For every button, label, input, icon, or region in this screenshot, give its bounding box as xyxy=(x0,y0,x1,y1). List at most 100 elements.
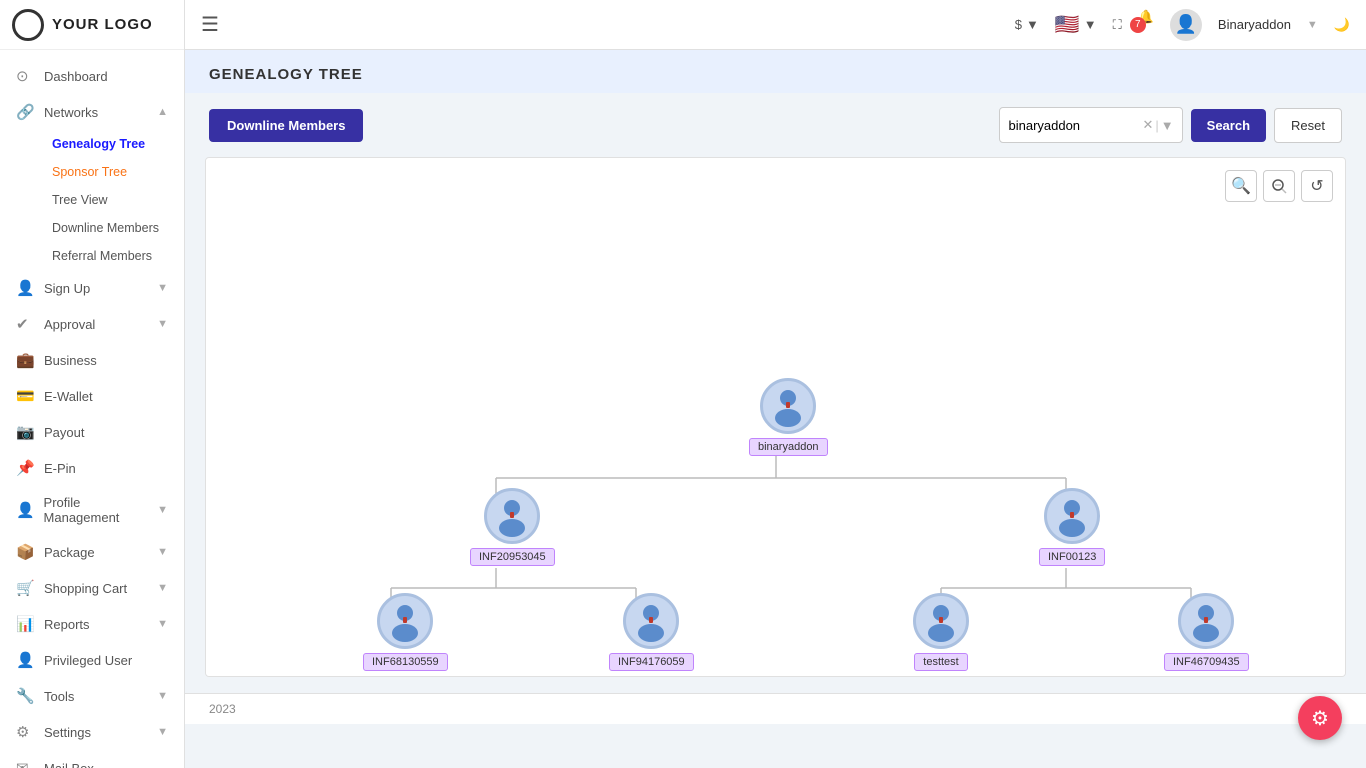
mailbox-icon: ✉ xyxy=(16,759,36,768)
sidebar-item-privileged[interactable]: 👤 Privileged User xyxy=(0,642,184,678)
zoom-out-button[interactable] xyxy=(1263,170,1295,202)
dashboard-icon: ⊙ xyxy=(16,67,36,85)
label-INF46709435: INF46709435 xyxy=(1164,653,1249,671)
dark-mode-button[interactable]: 🌙 xyxy=(1334,17,1350,33)
sidebar-item-reports[interactable]: 📊 Reports ▼ xyxy=(0,606,184,642)
sidebar-item-dashboard[interactable]: ⊙ Dashboard xyxy=(0,58,184,94)
node-binaryaddon[interactable]: binaryaddon xyxy=(749,378,828,456)
topbar-left: ☰ xyxy=(201,12,219,37)
sidebar-item-shopping[interactable]: 🛒 Shopping Cart ▼ xyxy=(0,570,184,606)
node-INF20953045[interactable]: INF20953045 xyxy=(470,488,555,566)
user-name[interactable]: Binaryaddon xyxy=(1218,17,1291,32)
label-testtest: testtest xyxy=(914,653,967,671)
avatar-INF20953045 xyxy=(484,488,540,544)
avatar-INF94176059 xyxy=(623,593,679,649)
logo-area: YOUR LOGO xyxy=(0,0,184,50)
label-INF20953045: INF20953045 xyxy=(470,548,555,566)
sidebar-menu: ⊙ Dashboard 🔗 Networks ▲ Genealogy Tree … xyxy=(0,50,184,768)
sidebar-label-networks: Networks xyxy=(44,105,98,120)
sidebar-item-profile[interactable]: 👤 Profile Management ▼ xyxy=(0,486,184,534)
sidebar-item-signup[interactable]: 👤 Sign Up ▼ xyxy=(0,270,184,306)
sidebar-label-ewallet: E-Wallet xyxy=(44,389,93,404)
node-INF00123[interactable]: INF00123 xyxy=(1039,488,1105,566)
chevron-down-icon-5: ▼ xyxy=(157,582,168,594)
sidebar-item-business[interactable]: 💼 Business xyxy=(0,342,184,378)
settings-icon: ⚙ xyxy=(16,723,36,741)
search-input[interactable] xyxy=(1008,118,1138,133)
submenu-sponsor[interactable]: Sponsor Tree xyxy=(44,158,184,186)
search-area: ✕ | ▼ Search Reset xyxy=(999,107,1342,143)
sidebar-label-dashboard: Dashboard xyxy=(44,69,108,84)
node-INF46709435[interactable]: INF46709435 xyxy=(1164,593,1249,671)
sidebar-label-mailbox: Mail Box xyxy=(44,761,94,768)
sidebar-label-settings: Settings xyxy=(44,725,91,740)
footer: 2023 xyxy=(185,693,1366,724)
sidebar-label-approval: Approval xyxy=(44,317,95,332)
signup-icon: 👤 xyxy=(16,279,36,297)
sidebar-item-mailbox[interactable]: ✉ Mail Box xyxy=(0,750,184,768)
chevron-down-currency: ▼ xyxy=(1026,17,1039,32)
sidebar-item-payout[interactable]: 📷 Payout xyxy=(0,414,184,450)
sidebar-item-networks[interactable]: 🔗 Networks ▲ xyxy=(0,94,184,130)
label-INF68130559: INF68130559 xyxy=(363,653,448,671)
sidebar-label-payout: Payout xyxy=(44,425,84,440)
sidebar-label-tools: Tools xyxy=(44,689,74,704)
zoom-in-button[interactable]: 🔍 xyxy=(1225,170,1257,202)
sidebar-label-package: Package xyxy=(44,545,95,560)
sidebar-item-settings[interactable]: ⚙ Settings ▼ xyxy=(0,714,184,750)
fullscreen-button[interactable]: ⛶ xyxy=(1113,17,1122,33)
sidebar-item-epin[interactable]: 📌 E-Pin xyxy=(0,450,184,486)
currency-label: $ xyxy=(1015,17,1022,32)
sidebar-label-signup: Sign Up xyxy=(44,281,90,296)
sidebar-label-privileged: Privileged User xyxy=(44,653,132,668)
clear-search-icon[interactable]: ✕ xyxy=(1142,117,1153,133)
tree-area: 🔍 ↺ xyxy=(205,157,1346,677)
sidebar-item-ewallet[interactable]: 💳 E-Wallet xyxy=(0,378,184,414)
notification-wrap: 🔔 7 xyxy=(1138,9,1154,41)
chevron-down-icon-3: ▼ xyxy=(157,504,168,516)
label-INF00123: INF00123 xyxy=(1039,548,1105,566)
submenu-referral[interactable]: Referral Members xyxy=(44,242,184,270)
node-INF68130559[interactable]: INF68130559 xyxy=(363,593,448,671)
node-testtest[interactable]: testtest xyxy=(913,593,969,671)
search-button[interactable]: Search xyxy=(1191,109,1266,142)
fab-gear-button[interactable]: ⚙ xyxy=(1298,696,1342,740)
downline-members-button[interactable]: Downline Members xyxy=(209,109,363,142)
page-content: GENEALOGY TREE Downline Members ✕ | ▼ Se… xyxy=(185,50,1366,768)
sidebar-label-epin: E-Pin xyxy=(44,461,76,476)
business-icon: 💼 xyxy=(16,351,36,369)
label-INF94176059: INF94176059 xyxy=(609,653,694,671)
toolbar: Downline Members ✕ | ▼ Search Reset xyxy=(185,93,1366,157)
moon-icon: 🌙 xyxy=(1334,17,1350,33)
sidebar-item-approval[interactable]: ✔ Approval ▼ xyxy=(0,306,184,342)
page-header: GENEALOGY TREE xyxy=(185,50,1366,93)
label-binaryaddon: binaryaddon xyxy=(749,438,828,456)
chevron-down-icon-4: ▼ xyxy=(157,546,168,558)
node-INF94176059[interactable]: INF94176059 xyxy=(609,593,694,671)
chevron-down-icon-7: ▼ xyxy=(157,690,168,702)
dropdown-arrow-icon[interactable]: ▼ xyxy=(1161,118,1174,133)
sidebar-item-package[interactable]: 📦 Package ▼ xyxy=(0,534,184,570)
currency-button[interactable]: $ ▼ xyxy=(1015,17,1039,32)
networks-submenu: Genealogy Tree Sponsor Tree Tree View Do… xyxy=(0,130,184,270)
language-button[interactable]: 🇺🇸 ▼ xyxy=(1055,12,1097,37)
sidebar-item-tools[interactable]: 🔧 Tools ▼ xyxy=(0,678,184,714)
submenu-genealogy[interactable]: Genealogy Tree xyxy=(44,130,184,158)
submenu-downline[interactable]: Downline Members xyxy=(44,214,184,242)
package-icon: 📦 xyxy=(16,543,36,561)
reset-button[interactable]: Reset xyxy=(1274,108,1342,143)
avatar-binaryaddon xyxy=(760,378,816,434)
hamburger-icon[interactable]: ☰ xyxy=(201,12,219,37)
chevron-down-lang: ▼ xyxy=(1084,17,1097,32)
payout-icon: 📷 xyxy=(16,423,36,441)
avatar: 👤 xyxy=(1170,9,1202,41)
zoom-controls: 🔍 ↺ xyxy=(1225,170,1333,202)
chevron-down-icon: ▼ xyxy=(157,282,168,294)
flag-icon: 🇺🇸 xyxy=(1055,12,1080,37)
avatar-INF46709435 xyxy=(1178,593,1234,649)
reset-zoom-button[interactable]: ↺ xyxy=(1301,170,1333,202)
submenu-treeview[interactable]: Tree View xyxy=(44,186,184,214)
topbar: ☰ $ ▼ 🇺🇸 ▼ ⛶ 🔔 7 👤 Binaryaddon ▼ xyxy=(185,0,1366,50)
reports-icon: 📊 xyxy=(16,615,36,633)
chevron-down-icon-6: ▼ xyxy=(157,618,168,630)
